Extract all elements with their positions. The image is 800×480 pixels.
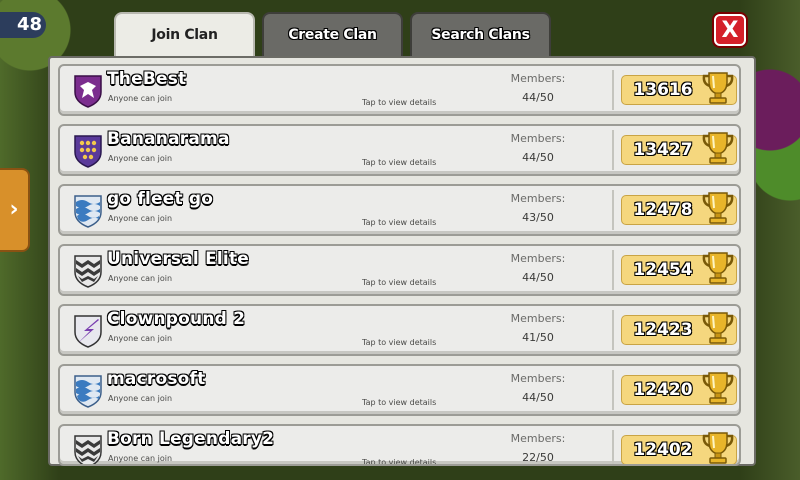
trophy-count: 12478 xyxy=(633,200,693,220)
left-hud: 48 › xyxy=(0,0,48,480)
members-label: Members: xyxy=(510,252,566,265)
clan-row[interactable]: Clownpound 2 Anyone can join Tap to view d… xyxy=(58,304,741,356)
lightning-shield-badge-icon xyxy=(72,314,104,348)
trophy-score-box: 12423 xyxy=(621,312,737,345)
tap-to-view-hint: Tap to view details xyxy=(362,458,437,466)
tap-to-view-hint: Tap to view details xyxy=(362,98,437,107)
members-count: 44/50 xyxy=(522,271,554,284)
tap-to-view-hint: Tap to view details xyxy=(362,398,437,407)
trophy-score-box: 12402 xyxy=(621,432,737,464)
trophy-icon xyxy=(700,248,736,288)
tab-join-clan[interactable]: Join Clan xyxy=(114,12,255,60)
tap-to-view-hint: Tap to view details xyxy=(362,278,437,287)
trophy-icon xyxy=(700,368,736,408)
members-label: Members: xyxy=(510,312,566,325)
clan-name: Universal Elite xyxy=(107,249,249,269)
clan-join-status: Anyone can join xyxy=(108,94,173,103)
trophy-score-box: 12420 xyxy=(621,372,737,405)
clan-row[interactable]: TheBest Anyone can join Tap to view detail… xyxy=(58,64,741,116)
members-label: Members: xyxy=(510,72,566,85)
trophy-count: 13427 xyxy=(633,140,693,160)
members-label: Members: xyxy=(510,372,566,385)
trophy-score-box: 13427 xyxy=(621,132,737,165)
members-count: 22/50 xyxy=(522,451,554,464)
clan-name: go fleet go xyxy=(107,189,214,209)
clan-join-status: Anyone can join xyxy=(108,154,173,163)
row-divider xyxy=(612,70,614,110)
row-divider xyxy=(612,310,614,350)
wave-shield-badge-icon xyxy=(72,194,104,228)
trophy-count: 12423 xyxy=(633,320,693,340)
tab-search-clans[interactable]: Search Clans xyxy=(410,12,551,58)
expand-arrow-button[interactable]: › xyxy=(0,168,30,252)
clan-name: Born Legendary2 xyxy=(107,429,275,449)
trophy-count: 12420 xyxy=(633,380,693,400)
trophy-score-box: 12478 xyxy=(621,192,737,225)
trophy-icon xyxy=(700,68,736,108)
members-label: Members: xyxy=(510,132,566,145)
trophy-score-box: 12454 xyxy=(621,252,737,285)
clan-join-status: Anyone can join xyxy=(108,454,173,463)
members-label: Members: xyxy=(510,432,566,445)
clan-join-status: Anyone can join xyxy=(108,274,173,283)
clan-join-status: Anyone can join xyxy=(108,334,173,343)
clan-row[interactable]: Born Legendary2 Anyone can join Tap to vie… xyxy=(58,424,741,466)
clan-join-status: Anyone can join xyxy=(108,214,173,223)
star-shield-badge-icon xyxy=(72,134,104,168)
gem-counter: 48 xyxy=(0,12,46,38)
members-count: 44/50 xyxy=(522,391,554,404)
trophy-icon xyxy=(700,128,736,168)
clan-name: Bananarama xyxy=(107,129,230,149)
row-divider xyxy=(612,190,614,230)
trophy-count: 13616 xyxy=(633,80,693,100)
close-button[interactable]: X xyxy=(714,14,746,46)
clan-join-status: Anyone can join xyxy=(108,394,173,403)
trophy-count: 12402 xyxy=(633,440,693,460)
wave-shield-badge-icon xyxy=(72,374,104,408)
chevron-shield-badge-icon xyxy=(72,434,104,464)
chevron-shield-badge-icon xyxy=(72,254,104,288)
members-count: 41/50 xyxy=(522,331,554,344)
tap-to-view-hint: Tap to view details xyxy=(362,218,437,227)
tap-to-view-hint: Tap to view details xyxy=(362,158,437,167)
eagle-badge-icon xyxy=(72,74,104,108)
tab-create-clan[interactable]: Create Clan xyxy=(262,12,403,58)
row-divider xyxy=(612,370,614,410)
members-count: 44/50 xyxy=(522,91,554,104)
clan-name: macrosoft xyxy=(107,369,206,389)
members-label: Members: xyxy=(510,192,566,205)
trophy-score-box: 13616 xyxy=(621,72,737,105)
right-hud xyxy=(750,0,800,480)
clan-row[interactable]: Bananarama Anyone can join Tap to view det… xyxy=(58,124,741,176)
row-divider xyxy=(612,250,614,290)
trophy-icon xyxy=(700,428,736,464)
clan-row[interactable]: Universal Elite Anyone can join Tap to vie… xyxy=(58,244,741,296)
trophy-icon xyxy=(700,188,736,228)
members-count: 44/50 xyxy=(522,151,554,164)
clan-name: TheBest xyxy=(107,69,187,89)
trophy-icon xyxy=(700,308,736,348)
clan-name: Clownpound 2 xyxy=(107,309,246,329)
clan-row[interactable]: macrosoft Anyone can join Tap to view deta… xyxy=(58,364,741,416)
tap-to-view-hint: Tap to view details xyxy=(362,338,437,347)
clan-row[interactable]: go fleet go Anyone can join Tap to view de… xyxy=(58,184,741,236)
members-count: 43/50 xyxy=(522,211,554,224)
trophy-count: 12454 xyxy=(633,260,693,280)
row-divider xyxy=(612,430,614,464)
row-divider xyxy=(612,130,614,170)
